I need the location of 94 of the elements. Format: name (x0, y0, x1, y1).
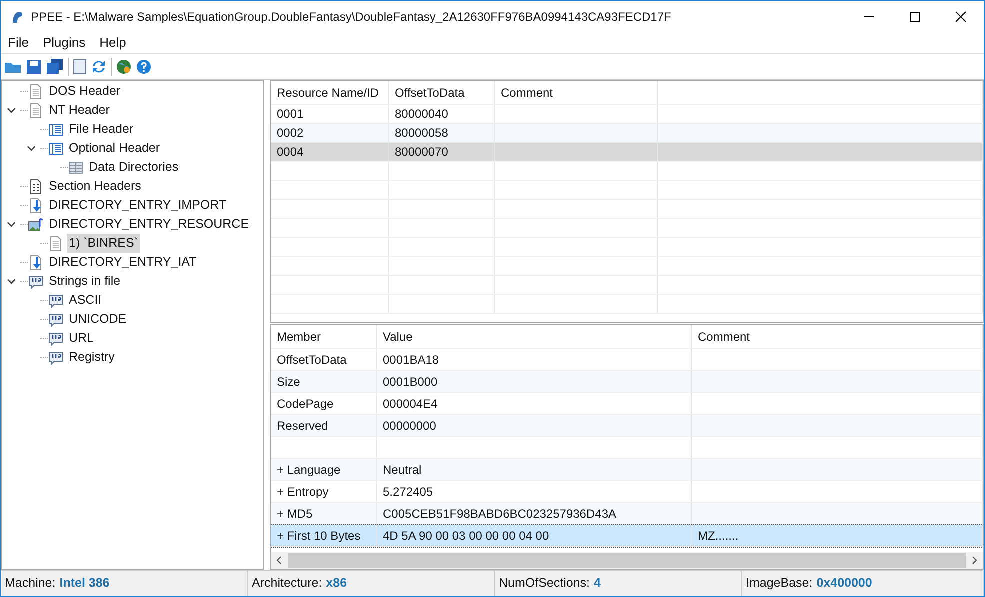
table-cell-text: OffsetToData (277, 352, 347, 368)
status-value: Intel 386 (60, 575, 110, 592)
help-icon[interactable] (136, 58, 152, 74)
status-value: 0x400000 (816, 575, 872, 592)
tree-item[interactable]: DIRECTORY_ENTRY_IMPORT (47, 196, 229, 215)
chevron-down-icon[interactable] (6, 106, 16, 115)
table-cell-text: + Entropy (277, 484, 329, 500)
tree-item[interactable]: 1) `BINRES` (67, 234, 140, 253)
table-icon (48, 140, 64, 156)
tree-item[interactable]: UNICODE (67, 310, 129, 329)
tree-item[interactable]: Section Headers (47, 177, 144, 196)
status-value: x86 (326, 575, 348, 592)
table-cell-text: Reserved (277, 418, 328, 434)
table-cell-text: Neutral (383, 462, 422, 478)
document-icon (28, 178, 44, 194)
tree-item[interactable]: Registry (67, 348, 117, 367)
horizontal-scrollbar[interactable] (271, 552, 983, 569)
image-icon (28, 216, 44, 232)
table-row[interactable]: + First 10 Bytes 4D 5A 90 00 03 00 00 00 04 00 MZ....... (271, 525, 983, 547)
table-cell-text: 80000040 (395, 106, 448, 123)
table-cell-text: 000004E4 (383, 396, 438, 412)
table-cell-text: 0001 (277, 106, 304, 123)
table-row[interactable]: Reserved 00000000 (271, 415, 983, 437)
table-cell-text: 80000070 (395, 144, 448, 161)
table-cell-text: MZ....... (698, 528, 739, 544)
status-label: Machine: (5, 575, 56, 592)
table-cell-text: 00000000 (383, 418, 436, 434)
menu-item[interactable]: File (3, 33, 34, 53)
table-row[interactable]: 0001 80000040 (271, 105, 983, 124)
tree-item[interactable]: ASCII (67, 291, 104, 310)
tree-item[interactable]: DIRECTORY_ENTRY_RESOURCE (47, 215, 252, 234)
maximize-icon[interactable] (909, 11, 921, 23)
speech-bubble-icon (48, 292, 64, 308)
status-label: ImageBase: (746, 575, 813, 592)
tree-item[interactable]: Data Directories (87, 158, 181, 177)
globe-icon[interactable] (116, 58, 132, 74)
grid-icon (68, 160, 84, 176)
column-header[interactable]: OffsetToData (395, 84, 465, 102)
table-cell-text: 0004 (277, 144, 304, 161)
tree-item[interactable]: Strings in file (47, 272, 123, 291)
table-cell-text: 4D 5A 90 00 03 00 00 00 04 00 (383, 528, 550, 544)
table-row[interactable]: CodePage 000004E4 (271, 393, 983, 415)
import-icon (28, 198, 44, 214)
chevron-down-icon[interactable] (6, 277, 16, 286)
table-row[interactable]: OffsetToData 0001BA18 (271, 349, 983, 371)
column-header[interactable]: Comment (698, 328, 750, 346)
window-title: PPEE - E:\Malware Samples\EquationGroup.DoubleFantasy\DoubleFantasy_2A12630FF976BA0994143CA93FECD17F (31, 9, 672, 26)
table-cell-text: C005CEB51F98BABD6BC023257936D43A (383, 506, 616, 522)
table-row[interactable]: 0004 80000070 (271, 143, 983, 162)
column-header[interactable]: Resource Name/ID (277, 84, 380, 102)
speech-bubble-icon (28, 274, 44, 290)
table-cell-text: 0001B000 (383, 374, 438, 390)
table-row[interactable]: Size 0001B000 (271, 371, 983, 393)
tree-item[interactable]: DOS Header (47, 82, 123, 101)
close-icon[interactable] (955, 11, 967, 23)
table-icon (48, 122, 64, 138)
tree-item[interactable]: DIRECTORY_ENTRY_IAT (47, 253, 199, 272)
speech-bubble-icon (48, 350, 64, 366)
status-value: 4 (594, 575, 601, 592)
speech-bubble-icon (48, 330, 64, 346)
tree-item[interactable]: File Header (67, 120, 136, 139)
table-row[interactable]: + Language Neutral (271, 459, 983, 481)
column-header[interactable]: Value (383, 328, 413, 346)
table-cell-text: 80000058 (395, 125, 448, 142)
table-cell-text: CodePage (277, 396, 334, 412)
chevron-down-icon[interactable] (26, 144, 36, 153)
table-cell-text: + MD5 (277, 506, 313, 522)
table-cell-text: Size (277, 374, 300, 390)
column-header[interactable]: Member (277, 328, 322, 346)
save-all-icon[interactable] (46, 58, 64, 74)
table-row[interactable]: + MD5 C005CEB51F98BABD6BC023257936D43A (271, 503, 983, 525)
speech-bubble-icon (48, 312, 64, 328)
status-label: NumOfSections: (499, 575, 590, 592)
tree-item[interactable]: Optional Header (67, 139, 162, 158)
table-cell-text: + Language (277, 462, 341, 478)
table-row[interactable]: 0002 80000058 (271, 124, 983, 143)
import-icon (28, 254, 44, 270)
document-icon (28, 102, 44, 118)
table-cell-text: 0002 (277, 125, 304, 142)
tree-item[interactable]: URL (67, 329, 96, 348)
status-label: Architecture: (252, 575, 322, 592)
table-cell-text: 5.272405 (383, 484, 434, 500)
refresh-icon[interactable] (91, 58, 107, 74)
tree-item[interactable]: NT Header (47, 101, 112, 120)
chevron-down-icon[interactable] (6, 220, 16, 229)
menu-item[interactable]: Help (94, 33, 132, 53)
document-icon (28, 84, 44, 100)
table-cell-text: + First 10 Bytes (277, 528, 361, 544)
menu-item[interactable]: Plugins (38, 33, 91, 53)
table-cell-text: 0001BA18 (383, 352, 440, 368)
document-icon (48, 236, 64, 252)
column-header[interactable]: Comment (501, 84, 554, 102)
save-icon[interactable] (26, 58, 42, 74)
table-row[interactable]: + Entropy 5.272405 (271, 481, 983, 503)
